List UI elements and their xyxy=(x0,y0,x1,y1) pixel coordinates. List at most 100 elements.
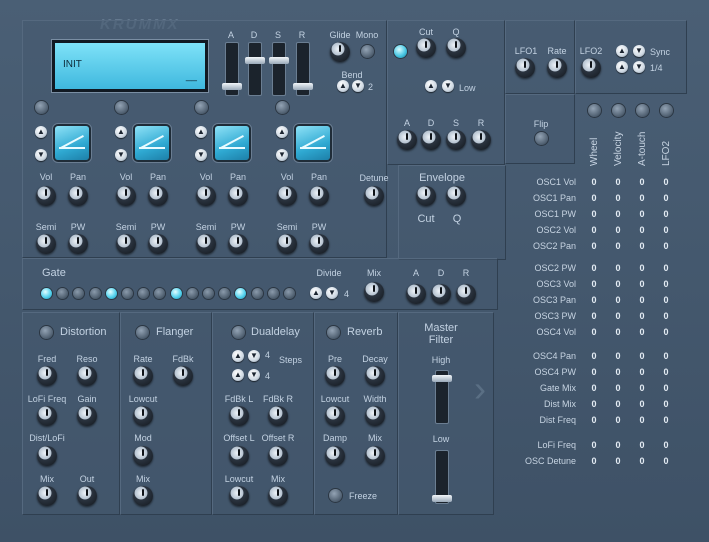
delay-fdbk-l-knob[interactable] xyxy=(229,406,249,426)
matrix-cell-value[interactable]: 0 xyxy=(639,263,644,273)
filter-sustain-knob[interactable] xyxy=(446,130,466,150)
osc4-pw-knob[interactable] xyxy=(309,234,329,254)
matrix-cell-value[interactable]: 0 xyxy=(663,279,668,289)
osc4-vol-knob[interactable] xyxy=(277,186,297,206)
matrix-cell-value[interactable]: 0 xyxy=(591,383,596,393)
matrix-cell-value[interactable]: 0 xyxy=(663,415,668,425)
matrix-cell-value[interactable]: 0 xyxy=(615,383,620,393)
gate-release-knob[interactable] xyxy=(456,284,476,304)
divide-up-arrow-icon[interactable]: ▲ xyxy=(310,287,322,299)
matrix-cell-value[interactable]: 0 xyxy=(639,241,644,251)
amp-attack-slider[interactable] xyxy=(222,42,242,96)
matrix-cell-value[interactable]: 0 xyxy=(639,399,644,409)
matrix-cell-value[interactable]: 0 xyxy=(615,279,620,289)
filter-q-knob[interactable] xyxy=(446,38,466,58)
osc4-semi-knob[interactable] xyxy=(277,234,297,254)
master-high-slider[interactable] xyxy=(432,370,452,424)
amp-decay-slider[interactable] xyxy=(245,42,265,96)
matrix-cell-value[interactable]: 0 xyxy=(615,311,620,321)
matrix-cell-value[interactable]: 0 xyxy=(615,177,620,187)
osc3-pw-knob[interactable] xyxy=(228,234,248,254)
gate-step-11[interactable] xyxy=(203,288,214,299)
osc1-semi-knob[interactable] xyxy=(36,234,56,254)
matrix-cell-value[interactable]: 0 xyxy=(639,311,644,321)
filter-attack-knob[interactable] xyxy=(397,130,417,150)
osc1-vol-knob[interactable] xyxy=(36,186,56,206)
dist-dist-lofi-knob[interactable] xyxy=(37,446,57,466)
matrix-cell-value[interactable]: 0 xyxy=(615,327,620,337)
osc1-wave-up-arrow-icon[interactable]: ▲ xyxy=(35,126,47,138)
gate-step-16[interactable] xyxy=(284,288,295,299)
filter-cut-knob[interactable] xyxy=(416,38,436,58)
delay-lowcut-knob[interactable] xyxy=(229,486,249,506)
matrix-cell-value[interactable]: 0 xyxy=(615,415,620,425)
osc1-pan-knob[interactable] xyxy=(68,186,88,206)
filter-release-knob[interactable] xyxy=(471,130,491,150)
matrix-cell-value[interactable]: 0 xyxy=(591,367,596,377)
matrix-cell-value[interactable]: 0 xyxy=(663,440,668,450)
matrix-cell-value[interactable]: 0 xyxy=(591,209,596,219)
flanger-power-toggle[interactable] xyxy=(136,326,149,339)
matrix-cell-value[interactable]: 0 xyxy=(639,367,644,377)
mono-toggle[interactable] xyxy=(361,45,374,58)
matrix-cell-value[interactable]: 0 xyxy=(591,399,596,409)
osc2-semi-knob[interactable] xyxy=(116,234,136,254)
matrix-cell-value[interactable]: 0 xyxy=(639,295,644,305)
reverb-lowcut-knob[interactable] xyxy=(325,406,345,426)
gate-step-10[interactable] xyxy=(186,288,198,299)
osc3-wave-down-arrow-icon[interactable]: ▼ xyxy=(195,149,207,161)
matrix-cell-value[interactable]: 0 xyxy=(639,383,644,393)
divide-down-arrow-icon[interactable]: ▼ xyxy=(326,287,338,299)
matrix-cell-value[interactable]: 0 xyxy=(615,263,620,273)
osc2-vol-knob[interactable] xyxy=(116,186,136,206)
matrix-cell-value[interactable]: 0 xyxy=(663,327,668,337)
matrix-cell-value[interactable]: 0 xyxy=(663,263,668,273)
delay-steps-b-down-arrow-icon[interactable]: ▼ xyxy=(248,369,260,381)
reverb-damp-knob[interactable] xyxy=(325,446,345,466)
div-up-arrow-icon[interactable]: ▲ xyxy=(616,61,628,73)
gate-step-6[interactable] xyxy=(122,288,133,299)
osc4-wave-down-arrow-icon[interactable]: ▼ xyxy=(276,149,288,161)
matrix-cell-value[interactable]: 0 xyxy=(615,225,620,235)
filter-mode-down-arrow-icon[interactable]: ▼ xyxy=(442,80,454,92)
distortion-power-toggle[interactable] xyxy=(40,326,53,339)
dist-lofi-freq-knob[interactable] xyxy=(37,406,57,426)
master-low-slider[interactable] xyxy=(432,450,452,504)
delay-steps-b-up-arrow-icon[interactable]: ▲ xyxy=(232,369,244,381)
osc2-pan-knob[interactable] xyxy=(148,186,168,206)
matrix-cell-value[interactable]: 0 xyxy=(663,295,668,305)
flanger-lowcut-knob[interactable] xyxy=(133,406,153,426)
osc4-wave-up-arrow-icon[interactable]: ▲ xyxy=(276,126,288,138)
matrix-cell-value[interactable]: 0 xyxy=(639,351,644,361)
osc2-pw-knob[interactable] xyxy=(148,234,168,254)
matrix-cell-value[interactable]: 0 xyxy=(639,279,644,289)
gate-attack-knob[interactable] xyxy=(406,284,426,304)
matrix-cell-value[interactable]: 0 xyxy=(591,225,596,235)
detune-knob[interactable] xyxy=(364,186,384,206)
gate-step-15[interactable] xyxy=(267,288,279,299)
matrix-cell-value[interactable]: 0 xyxy=(591,263,596,273)
osc4-pan-knob[interactable] xyxy=(309,186,329,206)
envelope-cut-knob[interactable] xyxy=(416,186,436,206)
matrix-cell-value[interactable]: 0 xyxy=(615,193,620,203)
reverb-width-knob[interactable] xyxy=(365,406,385,426)
osc1-pw-knob[interactable] xyxy=(68,234,88,254)
matrix-lfo2-led[interactable] xyxy=(660,104,673,117)
matrix-cell-value[interactable]: 0 xyxy=(639,193,644,203)
matrix-cell-value[interactable]: 0 xyxy=(591,415,596,425)
matrix-cell-value[interactable]: 0 xyxy=(663,383,668,393)
filter-decay-knob[interactable] xyxy=(421,130,441,150)
matrix-cell-value[interactable]: 0 xyxy=(615,367,620,377)
reverb-mix-knob[interactable] xyxy=(365,446,385,466)
sync-down-arrow-icon[interactable]: ▼ xyxy=(633,45,645,57)
filter-power-icon[interactable] xyxy=(394,45,407,58)
gate-decay-knob[interactable] xyxy=(431,284,451,304)
dist-out-knob[interactable] xyxy=(77,486,97,506)
div-down-arrow-icon[interactable]: ▼ xyxy=(633,61,645,73)
matrix-atouch-led[interactable] xyxy=(636,104,649,117)
patch-display[interactable]: INIT __ xyxy=(52,40,208,92)
bend-up-arrow-icon[interactable]: ▲ xyxy=(337,80,349,92)
lfo-rate-knob[interactable] xyxy=(547,58,567,78)
osc2-power-toggle[interactable] xyxy=(115,101,128,114)
matrix-cell-value[interactable]: 0 xyxy=(591,327,596,337)
